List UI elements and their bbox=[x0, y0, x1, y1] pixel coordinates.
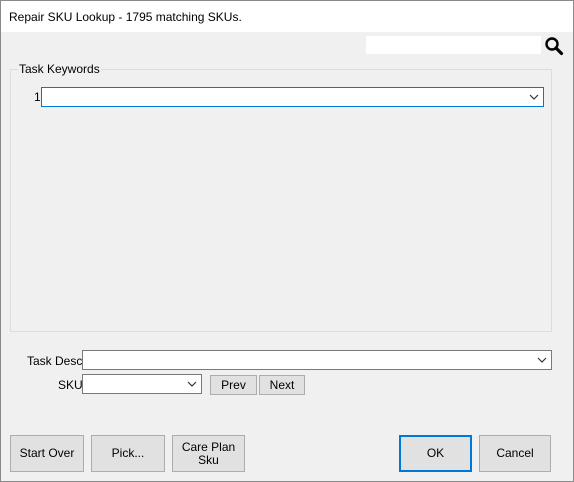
pick-button[interactable]: Pick... bbox=[91, 435, 165, 472]
search-input[interactable] bbox=[366, 36, 541, 54]
care-plan-label-line2: Sku bbox=[198, 452, 219, 467]
chevron-down-icon[interactable] bbox=[187, 375, 197, 393]
prev-button[interactable]: Prev bbox=[210, 375, 257, 395]
title-bar: Repair SKU Lookup - 1795 matching SKUs. bbox=[1, 1, 573, 32]
care-plan-sku-button[interactable]: Care Plan Sku bbox=[172, 435, 245, 472]
dialog-window: Repair SKU Lookup - 1795 matching SKUs. … bbox=[0, 0, 574, 482]
task-desc-combobox[interactable] bbox=[82, 350, 552, 370]
sku-label: SKU bbox=[58, 378, 83, 392]
chevron-down-icon[interactable] bbox=[529, 88, 539, 106]
next-button[interactable]: Next bbox=[259, 375, 305, 395]
chevron-down-icon[interactable] bbox=[537, 351, 547, 369]
task-keywords-group bbox=[10, 69, 552, 332]
sku-combobox[interactable] bbox=[82, 374, 202, 394]
keyword-combobox[interactable] bbox=[41, 87, 544, 107]
window-title: Repair SKU Lookup - 1795 matching SKUs. bbox=[9, 10, 242, 24]
start-over-button[interactable]: Start Over bbox=[10, 435, 84, 472]
keyword-row-number: 1 bbox=[34, 90, 41, 104]
search-icon[interactable] bbox=[544, 36, 564, 56]
care-plan-label-line1: Care Plan bbox=[181, 439, 236, 454]
cancel-button[interactable]: Cancel bbox=[479, 435, 551, 472]
ok-button[interactable]: OK bbox=[399, 435, 472, 472]
task-keywords-label: Task Keywords bbox=[18, 62, 101, 76]
task-desc-label: Task Desc bbox=[27, 354, 83, 368]
